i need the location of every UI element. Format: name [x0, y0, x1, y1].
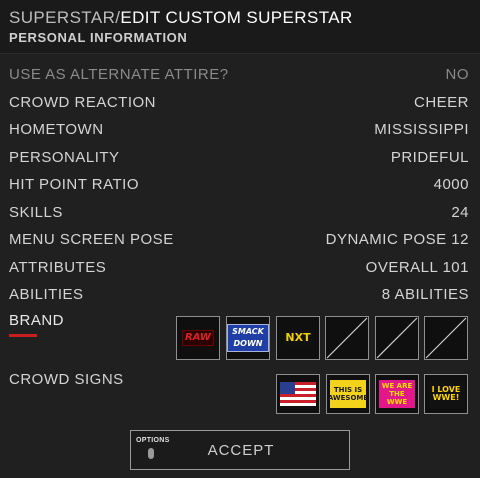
brand-label: BRAND	[9, 312, 65, 329]
setting-row-abilities[interactable]: ABILITIES 8 ABILITIES	[9, 283, 469, 305]
setting-label: HOMETOWN	[9, 120, 104, 138]
setting-value: 24	[451, 203, 469, 221]
accept-button[interactable]: OPTIONS ACCEPT	[130, 430, 350, 470]
brand-slot-raw[interactable]: RAW	[176, 316, 220, 360]
brand-selected-indicator	[9, 334, 37, 337]
setting-row-crowd-reaction[interactable]: CROWD REACTION CHEER	[9, 91, 469, 113]
nxt-logo-icon: NXT	[283, 331, 313, 345]
setting-row-skills[interactable]: SKILLS 24	[9, 201, 469, 223]
screen-header: SUPERSTAR/EDIT CUSTOM SUPERSTAR PERSONAL…	[9, 8, 479, 45]
setting-label: SKILLS	[9, 203, 63, 221]
setting-value: OVERALL 101	[365, 258, 469, 276]
setting-label: HIT POINT RATIO	[9, 175, 140, 193]
breadcrumb-parent[interactable]: SUPERSTAR	[9, 8, 115, 27]
brand-slot-empty[interactable]	[424, 316, 468, 360]
this-is-awesome-sign-icon: THIS IS AWESOME	[328, 380, 368, 408]
crowd-signs-label: CROWD SIGNS	[9, 371, 124, 388]
section-title: PERSONAL INFORMATION	[9, 30, 188, 45]
we-are-the-wwe-sign-icon: WE ARE THE WWE	[379, 380, 415, 408]
brand-slot-empty[interactable]	[375, 316, 419, 360]
i-love-wwe-sign-icon: I LOVE WWE!	[428, 380, 464, 408]
setting-row-hometown[interactable]: HOMETOWN MISSISSIPPI	[9, 118, 469, 140]
usa-flag-sign-icon	[280, 382, 316, 406]
brand-slot-smackdown[interactable]: SMACK DOWN	[226, 316, 270, 360]
setting-label: MENU SCREEN POSE	[9, 230, 174, 248]
empty-slot-icon	[425, 317, 467, 359]
setting-label: ATTRIBUTES	[9, 258, 107, 276]
setting-label: CROWD REACTION	[9, 93, 156, 111]
setting-row-alternate-attire[interactable]: USE AS ALTERNATE ATTIRE? NO	[9, 63, 469, 85]
setting-row-attributes[interactable]: ATTRIBUTES OVERALL 101	[9, 256, 469, 278]
setting-value: DYNAMIC POSE 12	[325, 230, 469, 248]
setting-value: CHEER	[413, 93, 469, 111]
setting-row-menu-screen-pose[interactable]: MENU SCREEN POSE DYNAMIC POSE 12	[9, 228, 469, 250]
smackdown-logo-icon: SMACK DOWN	[227, 324, 269, 352]
setting-value: MISSISSIPPI	[374, 120, 469, 138]
crowd-sign-slot[interactable]: WE ARE THE WWE	[375, 374, 419, 414]
setting-label: ABILITIES	[9, 285, 84, 303]
empty-slot-icon	[326, 317, 368, 359]
brand-slot-nxt[interactable]: NXT	[276, 316, 320, 360]
breadcrumb: SUPERSTAR/EDIT CUSTOM SUPERSTAR	[9, 8, 479, 28]
crowd-sign-slot[interactable]: I LOVE WWE!	[424, 374, 468, 414]
crowd-sign-slot[interactable]	[276, 374, 320, 414]
setting-label: USE AS ALTERNATE ATTIRE?	[9, 65, 229, 83]
setting-value: NO	[445, 65, 469, 83]
crowd-sign-slot[interactable]: THIS IS AWESOME	[326, 374, 370, 414]
raw-logo-icon: RAW	[182, 330, 214, 346]
setting-row-personality[interactable]: PERSONALITY PRIDEFUL	[9, 146, 469, 168]
empty-slot-icon	[376, 317, 418, 359]
brand-slot-empty[interactable]	[325, 316, 369, 360]
setting-label: PERSONALITY	[9, 148, 120, 166]
setting-row-hit-point-ratio[interactable]: HIT POINT RATIO 4000	[9, 173, 469, 195]
setting-value: PRIDEFUL	[390, 148, 469, 166]
setting-value: 8 ABILITIES	[381, 285, 469, 303]
accept-label: ACCEPT	[207, 442, 275, 459]
page-title: EDIT CUSTOM SUPERSTAR	[120, 8, 353, 27]
setting-value: 4000	[433, 175, 469, 193]
